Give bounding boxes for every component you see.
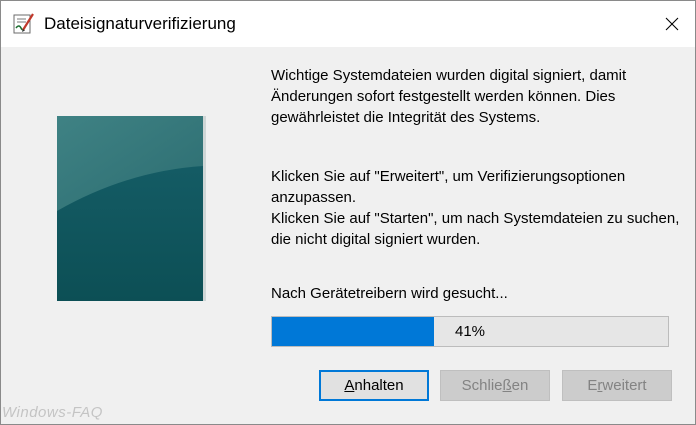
close-dialog-button[interactable]: Schlie ß en	[440, 370, 550, 401]
progress-bar: 41%	[271, 316, 669, 347]
advanced-label-start: E	[587, 377, 598, 394]
start-hint-text: Klicken Sie auf "Starten", um nach Syste…	[271, 210, 680, 248]
close-icon	[665, 17, 679, 31]
dialog-content: Wichtige Systemdateien wurden digital si…	[1, 47, 695, 424]
description-text: Wichtige Systemdateien wurden digital si…	[271, 67, 627, 126]
pause-button[interactable]: Anhalten	[319, 370, 429, 401]
advanced-hint-text: Klicken Sie auf "Erweitert", um Verifizi…	[271, 168, 626, 206]
close-mnemonic: ß	[502, 377, 512, 394]
decorative-banner-image	[57, 116, 206, 301]
pause-mnemonic: A	[344, 377, 355, 394]
signature-document-icon	[13, 13, 34, 34]
advanced-label-end: weitert	[602, 377, 647, 394]
advanced-button[interactable]: Er weitert	[562, 370, 672, 401]
watermark: Windows-FAQ	[2, 404, 103, 421]
pause-label: nhalten	[354, 377, 404, 394]
close-label-start: Schlie	[461, 377, 503, 394]
dialog-window: Dateisignaturverifizierung Wichtige Syst…	[0, 0, 696, 425]
progress-label: 41%	[454, 323, 486, 340]
window-title: Dateisignaturverifizierung	[44, 14, 236, 33]
close-label-end: en	[511, 377, 529, 394]
title-bar[interactable]: Dateisignaturverifizierung	[1, 1, 695, 47]
status-text: Nach Gerätetreibern wird gesucht...	[271, 285, 508, 302]
close-button[interactable]	[649, 1, 695, 47]
